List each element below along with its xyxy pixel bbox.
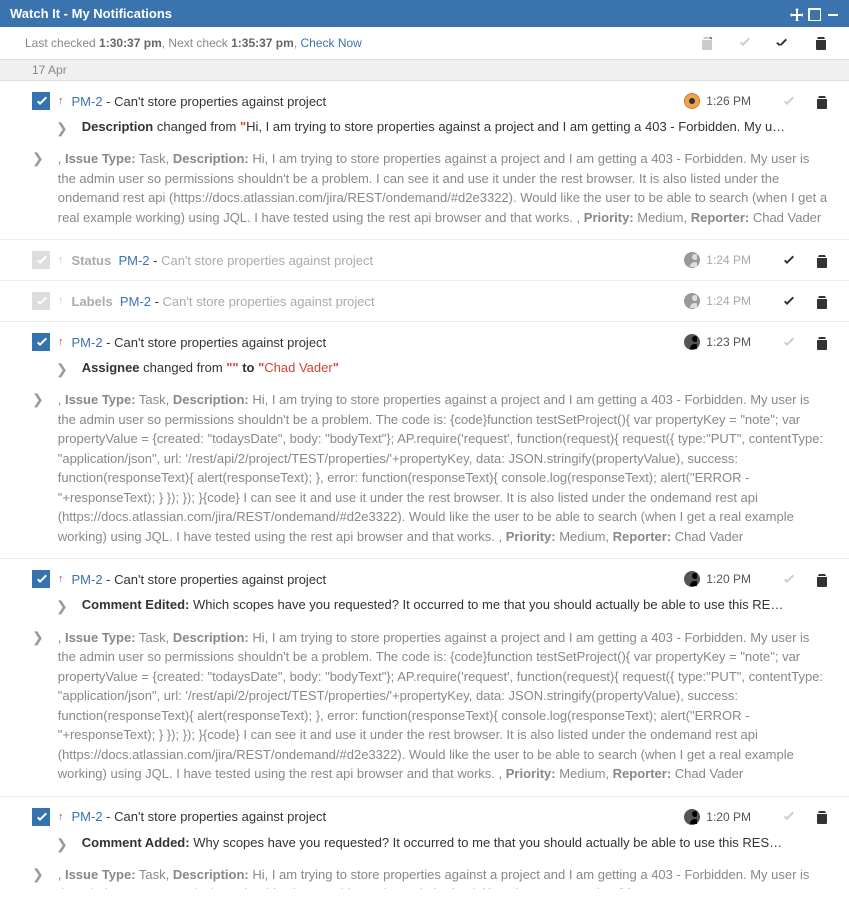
delete-icon[interactable] (814, 253, 829, 268)
avatar-icon (684, 334, 700, 350)
mark-read-icon[interactable] (781, 809, 796, 824)
notification-item: ↑ Status PM-2 - Can't store properties a… (0, 240, 849, 281)
priority-arrow-icon: ↑ (58, 811, 64, 823)
change-summary: Comment Added: Why scopes have you reque… (82, 835, 782, 850)
notification-item: ↑ PM-2 - Can't store properties against … (0, 322, 849, 559)
delete-icon[interactable] (814, 572, 829, 587)
check-now-link[interactable]: Check Now (300, 36, 361, 50)
trash-special-icon[interactable] (699, 35, 715, 51)
notification-title[interactable]: Status PM-2 - Can't store properties aga… (72, 249, 685, 272)
mark-read-icon[interactable] (781, 294, 796, 309)
notification-body: , Issue Type: Task, Description: Hi, I a… (58, 390, 829, 546)
priority-arrow-icon: ↑ (58, 573, 64, 585)
mark-read-icon[interactable] (781, 94, 796, 109)
expand-chevron-icon[interactable]: ❯ (32, 628, 44, 646)
toolbar: Last checked 1:30:37 pm, Next check 1:35… (0, 27, 849, 59)
expand-chevron-icon[interactable]: ❯ (56, 119, 68, 137)
expand-chevron-icon[interactable]: ❯ (56, 360, 68, 378)
priority-arrow-icon: ↑ (58, 95, 64, 107)
avatar-icon (684, 293, 700, 309)
notification-item: ↑ PM-2 - Can't store properties against … (0, 81, 849, 240)
expand-chevron-icon[interactable]: ❯ (32, 865, 44, 883)
notification-item: ↑ Labels PM-2 - Can't store properties a… (0, 281, 849, 322)
window-title: Watch It - My Notifications (10, 6, 789, 21)
timestamp: 1:24 PM (706, 294, 751, 308)
select-checkbox[interactable] (32, 570, 50, 588)
avatar-icon (684, 809, 700, 825)
mark-read-icon[interactable] (781, 335, 796, 350)
maximize-icon[interactable] (807, 7, 821, 21)
select-checkbox[interactable] (32, 808, 50, 826)
select-checkbox[interactable] (32, 92, 50, 110)
expand-chevron-icon[interactable]: ❯ (32, 149, 44, 167)
notification-body: , Issue Type: Task, Description: Hi, I a… (58, 628, 829, 784)
notification-title[interactable]: PM-2 - Can't store properties against pr… (72, 90, 685, 113)
notification-title[interactable]: PM-2 - Can't store properties against pr… (72, 805, 685, 828)
priority-arrow-icon: ↑ (58, 254, 64, 266)
timestamp: 1:20 PM (706, 572, 751, 586)
move-icon[interactable] (789, 7, 803, 21)
delete-all-icon[interactable] (813, 35, 829, 51)
expand-chevron-icon[interactable]: ❯ (56, 835, 68, 853)
priority-arrow-icon: ↑ (58, 295, 64, 307)
titlebar: Watch It - My Notifications (0, 0, 849, 27)
avatar-icon (684, 571, 700, 587)
expand-chevron-icon[interactable]: ❯ (32, 390, 44, 408)
avatar-icon (684, 252, 700, 268)
notification-title[interactable]: PM-2 - Can't store properties against pr… (72, 331, 685, 354)
select-checkbox[interactable] (32, 333, 50, 351)
notification-item: ↑ PM-2 - Can't store properties against … (0, 559, 849, 796)
expand-chevron-icon[interactable]: ❯ (56, 597, 68, 615)
change-summary: Assignee changed from "" to "Chad Vader" (82, 360, 339, 375)
notification-item: ↑ PM-2 - Can't store properties against … (0, 797, 849, 897)
timestamp: 1:20 PM (706, 810, 751, 824)
avatar-icon (684, 93, 700, 109)
notification-body: , Issue Type: Task, Description: Hi, I a… (58, 149, 829, 227)
mark-read-icon[interactable] (781, 572, 796, 587)
delete-icon[interactable] (814, 335, 829, 350)
priority-arrow-icon: ↑ (58, 336, 64, 348)
notification-title[interactable]: Labels PM-2 - Can't store properties aga… (72, 290, 685, 313)
notification-title[interactable]: PM-2 - Can't store properties against pr… (72, 568, 685, 591)
check-status: Last checked 1:30:37 pm, Next check 1:35… (25, 36, 699, 50)
timestamp: 1:23 PM (706, 335, 751, 349)
change-summary: Comment Edited: Which scopes have you re… (82, 597, 784, 612)
mark-read-icon[interactable] (737, 35, 753, 51)
delete-icon[interactable] (814, 809, 829, 824)
timestamp: 1:26 PM (706, 94, 751, 108)
timestamp: 1:24 PM (706, 253, 751, 267)
change-summary: Description changed from "Hi, I am tryin… (82, 119, 785, 134)
date-group-header: 17 Apr (0, 59, 849, 81)
mark-read-icon[interactable] (781, 253, 796, 268)
select-checkbox[interactable] (32, 251, 50, 269)
mark-all-read-icon[interactable] (775, 35, 791, 51)
minimize-icon[interactable] (825, 7, 839, 21)
delete-icon[interactable] (814, 294, 829, 309)
select-checkbox[interactable] (32, 292, 50, 310)
delete-icon[interactable] (814, 94, 829, 109)
